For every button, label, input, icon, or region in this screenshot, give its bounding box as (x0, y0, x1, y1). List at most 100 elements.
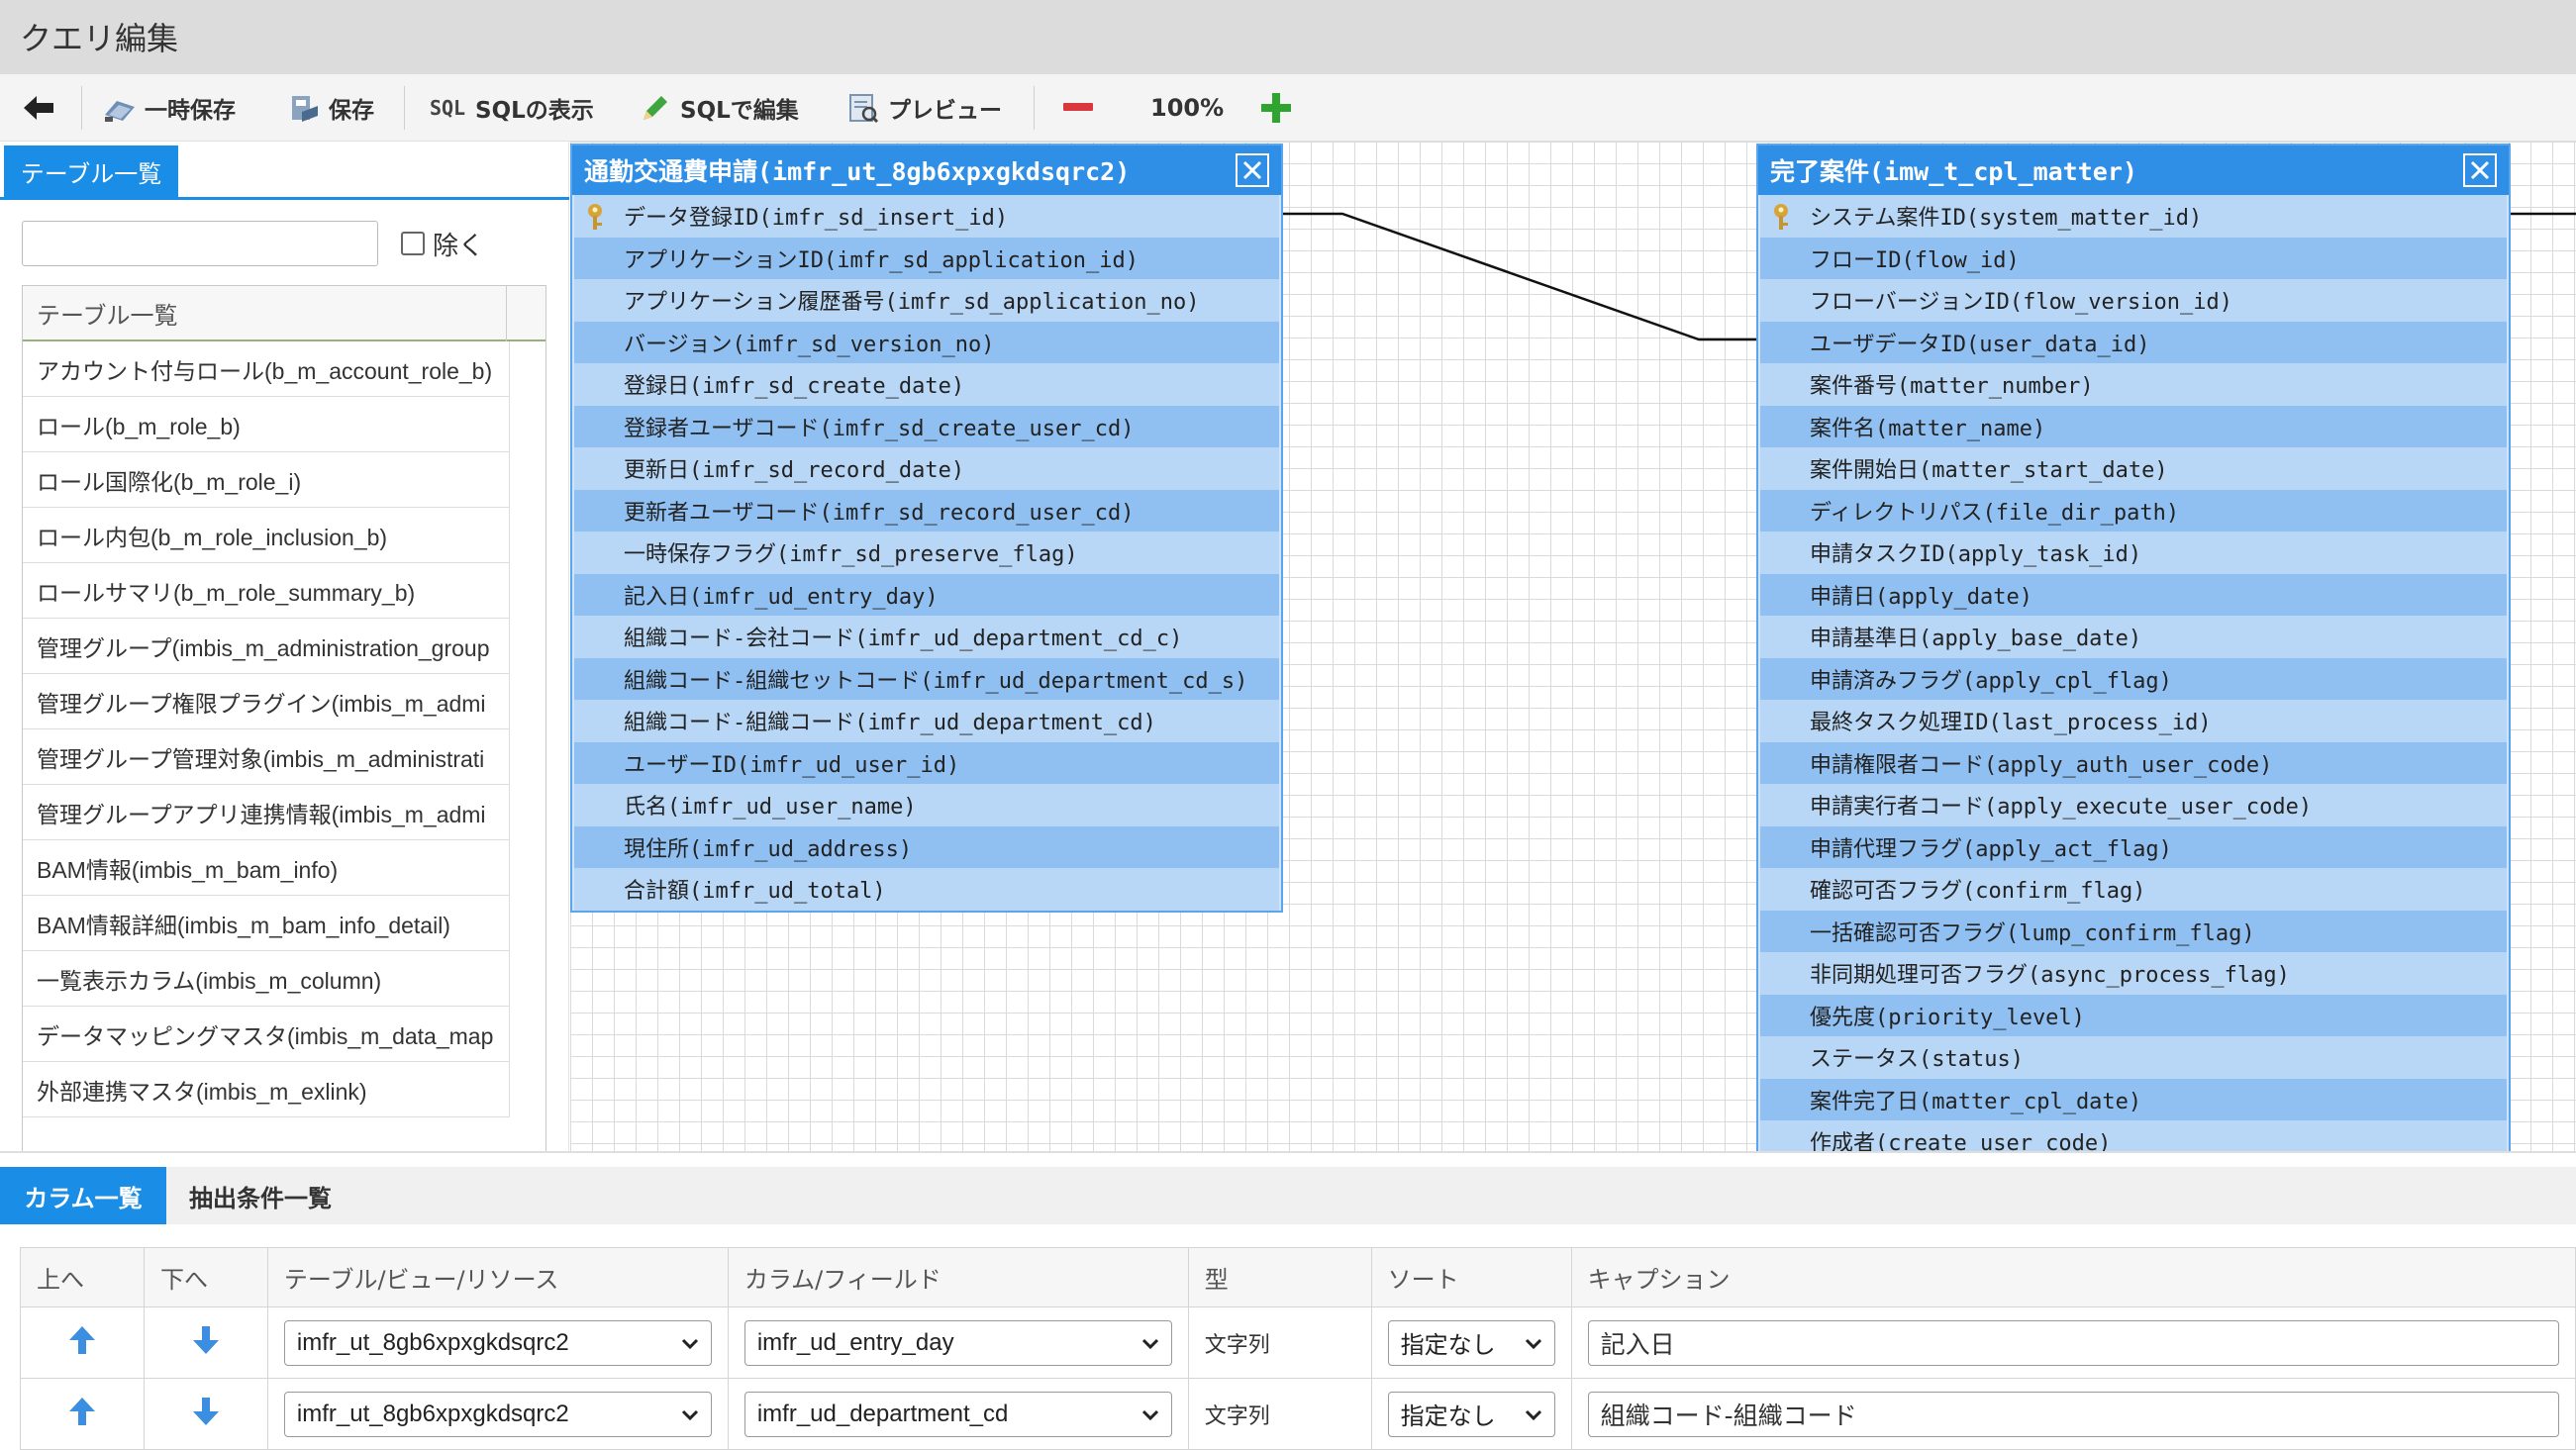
entity-field[interactable]: 案件完了日(matter_cpl_date) (1760, 1078, 2507, 1120)
list-item[interactable]: 管理グループ権限プラグイン(imbis_m_admi (23, 674, 510, 729)
list-item[interactable]: 管理グループ管理対象(imbis_m_administrati (23, 729, 510, 785)
entity-field[interactable]: 申請権限者コード(apply_auth_user_code) (1760, 741, 2507, 784)
caption-input[interactable]: 組織コード-組織コード (1587, 1391, 2559, 1437)
entity-field[interactable]: 申請代理フラグ(apply_act_flag) (1760, 825, 2507, 868)
column-select[interactable]: imfr_ud_entry_day (743, 1319, 1172, 1366)
entity-field[interactable]: システム案件ID(system_matter_id) (1760, 195, 2507, 238)
list-item[interactable]: ロール国際化(b_m_role_i) (23, 452, 510, 508)
entity-field[interactable]: フローID(flow_id) (1760, 237, 2507, 279)
table-select[interactable]: imfr_ut_8gb6xpxgkdsqrc2 (283, 1319, 712, 1366)
entity-field[interactable]: 申請済みフラグ(apply_cpl_flag) (1760, 657, 2507, 700)
list-item[interactable]: アカウント付与ロール(b_m_account_role_b) (23, 341, 510, 397)
list-item[interactable]: BAM情報(imbis_m_bam_info) (23, 840, 510, 896)
entity-field[interactable]: 確認可否フラグ(confirm_flag) (1760, 868, 2507, 911)
plus-icon (1259, 91, 1293, 125)
arrow-down-icon[interactable] (192, 1397, 220, 1432)
list-item[interactable]: 外部連携マスタ(imbis_m_exlink) (23, 1062, 510, 1117)
back-button[interactable] (22, 74, 55, 142)
list-item[interactable]: ロールサマリ(b_m_role_summary_b) (23, 563, 510, 619)
list-item[interactable]: BAM情報詳細(imbis_m_bam_info_detail) (23, 896, 510, 951)
table-select[interactable]: imfr_ut_8gb6xpxgkdsqrc2 (283, 1391, 712, 1437)
entity-field[interactable]: 更新日(imfr_sd_record_date) (574, 447, 1279, 490)
entity-fields: データ登録ID(imfr_sd_insert_id) アプリケーションID(im… (572, 195, 1281, 911)
temp-save-button[interactable]: 一時保存 (103, 74, 236, 142)
chevron-down-icon (681, 1329, 699, 1357)
entity-field[interactable]: 最終タスク処理ID(last_process_id) (1760, 700, 2507, 742)
zoom-in-button[interactable] (1259, 74, 1293, 142)
type-cell: 文字列 (1187, 1306, 1372, 1379)
show-sql-button[interactable]: SQL SQLの表示 (428, 74, 594, 142)
entity-field[interactable]: ディレクトリパス(file_dir_path) (1760, 489, 2507, 532)
entity-commute-expense[interactable]: 通勤交通費申請(imfr_ut_8gb6xpxgkdsqrc2) データ登録ID… (570, 144, 1283, 913)
entity-field[interactable]: 記入日(imfr_ud_entry_day) (574, 573, 1279, 616)
entity-field[interactable]: 申請タスクID(apply_task_id) (1760, 532, 2507, 574)
entity-field[interactable]: 合計額(imfr_ud_total) (574, 868, 1279, 911)
entity-fields: システム案件ID(system_matter_id) フローID(flow_id… (1758, 195, 2509, 1151)
close-icon[interactable] (2463, 153, 2497, 187)
entity-field[interactable]: 登録日(imfr_sd_create_date) (574, 363, 1279, 406)
list-item[interactable]: ロール(b_m_role_b) (23, 397, 510, 452)
entity-header[interactable]: 通勤交通費申請(imfr_ut_8gb6xpxgkdsqrc2) (572, 145, 1281, 195)
tab-condition-list[interactable]: 抽出条件一覧 (166, 1167, 354, 1224)
entity-field[interactable]: 一括確認可否フラグ(lump_confirm_flag) (1760, 910, 2507, 952)
entity-field[interactable]: アプリケーション履歴番号(imfr_sd_application_no) (574, 279, 1279, 322)
list-item[interactable]: 管理グループアプリ連携情報(imbis_m_admi (23, 785, 510, 840)
entity-field[interactable]: バージョン(imfr_sd_version_no) (574, 321, 1279, 363)
entity-field[interactable]: 優先度(priority_level) (1760, 994, 2507, 1036)
chevron-down-icon (1141, 1401, 1159, 1428)
entity-header[interactable]: 完了案件(imw_t_cpl_matter) (1758, 145, 2509, 195)
entity-field[interactable]: 作成者(create_user_code) (1760, 1120, 2507, 1151)
table-search-input[interactable] (22, 221, 378, 266)
checkbox-box[interactable] (401, 232, 425, 255)
entity-field[interactable]: データ登録ID(imfr_sd_insert_id) (574, 195, 1279, 238)
entity-field[interactable]: 案件開始日(matter_start_date) (1760, 447, 2507, 490)
edit-sql-button[interactable]: SQLで編集 (639, 74, 799, 142)
entity-field[interactable]: 組織コード-会社コード(imfr_ud_department_cd_c) (574, 616, 1279, 658)
zoom-out-button[interactable] (1061, 74, 1095, 142)
tab-table-list[interactable]: テーブル一覧 (4, 145, 178, 197)
entity-field[interactable]: 案件番号(matter_number) (1760, 363, 2507, 406)
entity-completed-matter[interactable]: 完了案件(imw_t_cpl_matter) システム案件ID(system_m… (1756, 144, 2511, 1151)
entity-field[interactable]: ステータス(status) (1760, 1036, 2507, 1079)
entity-field[interactable]: 案件名(matter_name) (1760, 405, 2507, 447)
entity-field[interactable]: 登録者ユーザコード(imfr_sd_create_user_cd) (574, 405, 1279, 447)
entity-field[interactable]: 組織コード-組織コード(imfr_ud_department_cd) (574, 700, 1279, 742)
save-button[interactable]: 保存 (287, 74, 374, 142)
preview-icon (846, 91, 880, 125)
close-icon[interactable] (1236, 153, 1269, 187)
entity-field[interactable]: 氏名(imfr_ud_user_name) (574, 784, 1279, 826)
sort-select[interactable]: 指定なし (1387, 1391, 1555, 1437)
entity-field[interactable]: アプリケーションID(imfr_sd_application_id) (574, 237, 1279, 279)
sort-select[interactable]: 指定なし (1387, 1319, 1555, 1366)
toolbar-separator (81, 86, 82, 130)
entity-field[interactable]: 申請実行者コード(apply_execute_user_code) (1760, 784, 2507, 826)
entity-field[interactable]: ユーザーID(imfr_ud_user_id) (574, 741, 1279, 784)
column-select[interactable]: imfr_ud_department_cd (743, 1391, 1172, 1437)
list-item[interactable]: データマッピングマスタ(imbis_m_data_map (23, 1007, 510, 1062)
preview-button[interactable]: プレビュー (846, 74, 1002, 142)
arrow-up-icon[interactable] (68, 1397, 96, 1432)
tab-column-list[interactable]: カラム一覧 (0, 1167, 166, 1224)
entity-field[interactable]: 申請日(apply_date) (1760, 573, 2507, 616)
entity-field[interactable]: 一時保存フラグ(imfr_sd_preserve_flag) (574, 532, 1279, 574)
arrow-down-icon[interactable] (192, 1325, 220, 1361)
diagram-canvas[interactable]: 通勤交通費申請(imfr_ut_8gb6xpxgkdsqrc2) データ登録ID… (570, 142, 2576, 1151)
toolbar-separator (1034, 86, 1035, 130)
exclude-checkbox[interactable]: 除く (401, 221, 484, 266)
entity-field[interactable]: 非同期処理可否フラグ(async_process_flag) (1760, 952, 2507, 995)
list-item[interactable]: 一覧表示カラム(imbis_m_column) (23, 951, 510, 1007)
entity-field[interactable]: 組織コード-組織セットコード(imfr_ud_department_cd_s) (574, 657, 1279, 700)
move-up-cell (20, 1378, 145, 1450)
arrow-up-icon[interactable] (68, 1325, 96, 1361)
entity-field[interactable]: 現住所(imfr_ud_address) (574, 825, 1279, 868)
header-up: 上へ (20, 1247, 145, 1307)
title-bar: クエリ編集 (0, 0, 2576, 74)
list-item[interactable]: ロール内包(b_m_role_inclusion_b) (23, 508, 510, 563)
entity-field[interactable]: 申請基準日(apply_base_date) (1760, 616, 2507, 658)
exclude-label: 除く (433, 231, 485, 261)
list-item[interactable]: 管理グループ(imbis_m_administration_group (23, 619, 510, 674)
entity-field[interactable]: フローバージョンID(flow_version_id) (1760, 279, 2507, 322)
entity-field[interactable]: 更新者ユーザコード(imfr_sd_record_user_cd) (574, 489, 1279, 532)
entity-field[interactable]: ユーザデータID(user_data_id) (1760, 321, 2507, 363)
caption-input[interactable]: 記入日 (1587, 1319, 2559, 1366)
